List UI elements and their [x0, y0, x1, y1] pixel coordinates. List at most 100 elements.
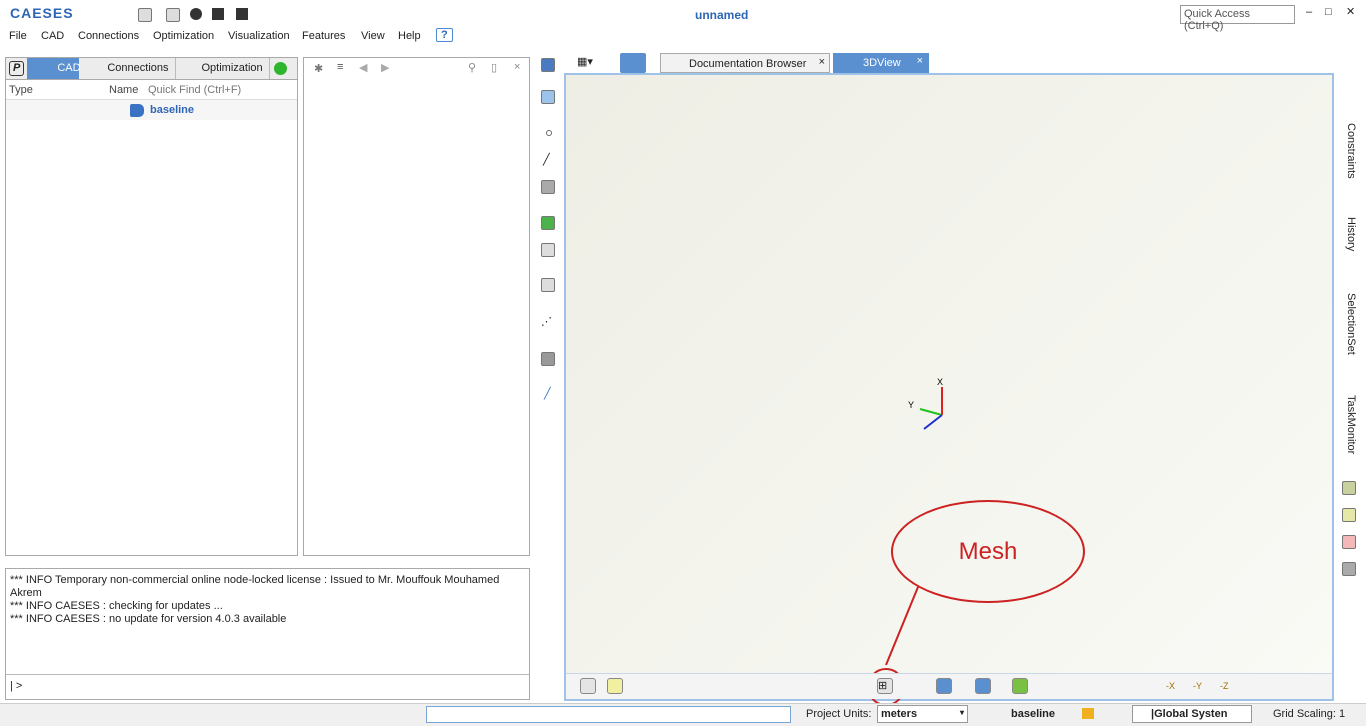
view-neg-x[interactable]: -X — [1166, 681, 1175, 691]
baseline-label: baseline — [150, 104, 195, 116]
side-tab-taskmonitor[interactable]: TaskMonitor — [1345, 395, 1357, 454]
close-icon[interactable]: × — [514, 61, 520, 73]
tab-3dview-label: 3DView — [863, 57, 901, 69]
menu-optimization[interactable]: Optimization — [153, 30, 214, 42]
tab-optimization[interactable]: Optimization — [176, 58, 270, 79]
sync-icon[interactable] — [273, 62, 287, 75]
tab-cad[interactable]: CAD — [27, 58, 81, 79]
view-neg-y[interactable]: -Y — [1193, 681, 1202, 691]
units-value: meters — [881, 708, 918, 720]
tool-icon[interactable] — [607, 678, 623, 694]
units-label: Project Units: — [806, 708, 872, 720]
layout-icon[interactable]: ▦▾ — [577, 55, 593, 68]
side-dock: Constraints History SelectionSet TaskMon… — [1336, 95, 1360, 585]
connect-icon[interactable] — [541, 278, 555, 292]
command-input[interactable]: | > — [6, 674, 529, 699]
baseline-status: baseline — [1011, 708, 1056, 720]
copy-icon[interactable]: ▯ — [491, 61, 497, 74]
col-type[interactable]: Type — [9, 84, 33, 96]
vertical-toolbar: ╱ ⋰ ╱ — [538, 55, 560, 415]
search-icon[interactable]: ⚲ — [468, 61, 476, 74]
view-neg-z[interactable]: -Z — [1220, 681, 1229, 691]
surface-icon[interactable] — [541, 180, 555, 194]
side-tab-history[interactable]: History — [1345, 217, 1357, 251]
lock-icon[interactable] — [1012, 678, 1028, 694]
close-tab-icon[interactable]: × — [819, 56, 825, 68]
forward-icon[interactable]: ▶ — [381, 61, 389, 74]
tab-3dview[interactable]: 3DView × — [833, 53, 929, 73]
color-swatch[interactable] — [1342, 508, 1356, 522]
point-icon[interactable] — [546, 130, 552, 136]
side-tab-constraints[interactable]: Constraints — [1345, 123, 1357, 179]
app-logo: CAESES — [10, 5, 74, 21]
x-label: X — [937, 377, 943, 387]
left-tab-bar: P CAD Connections Optimization — [6, 58, 297, 80]
menu-help[interactable]: Help — [398, 30, 421, 42]
folder-status-icon — [1082, 708, 1094, 719]
info-icon[interactable] — [975, 678, 991, 694]
tab-documentation-browser[interactable]: Documentation Browser × — [660, 53, 830, 73]
axes-icon[interactable] — [936, 678, 952, 694]
tree-panel: P CAD Connections Optimization Type Name… — [5, 57, 298, 556]
menu-features[interactable]: Features — [302, 30, 345, 42]
close-button[interactable]: ✕ — [1346, 5, 1355, 18]
y-label: Y — [908, 400, 914, 410]
title-bar: CAESES unnamed Quick Access (Ctrl+Q) – □… — [0, 0, 1366, 32]
grid-scaling: Grid Scaling: 1 — [1273, 708, 1346, 720]
property-panel: ✱ ≡ ◀ ▶ ⚲ ▯ × — [303, 57, 530, 556]
tab-p[interactable]: P — [9, 61, 25, 76]
tree-item-baseline[interactable]: baseline — [6, 100, 297, 120]
tab-connections-label: Connections — [107, 62, 169, 74]
color-swatch[interactable] — [1342, 481, 1356, 495]
quick-access-input[interactable]: Quick Access (Ctrl+Q) — [1180, 5, 1295, 32]
tab-connections[interactable]: Connections — [79, 58, 176, 79]
coord-system-select[interactable]: |Global Systen — [1132, 705, 1252, 723]
view-tab-bar: ▦▾ Documentation Browser × 3DView × — [565, 53, 1335, 73]
close-tab-icon[interactable]: × — [917, 55, 923, 67]
close-project-icon[interactable] — [190, 8, 202, 20]
minimize-button[interactable]: – — [1306, 6, 1312, 18]
units-select[interactable]: meters ▾ — [877, 705, 968, 723]
menu-cad[interactable]: CAD — [41, 30, 64, 42]
save-as-icon[interactable] — [236, 8, 248, 20]
list-icon[interactable]: ≡ — [337, 61, 343, 73]
console-line: *** INFO CAESES : checking for updates .… — [10, 600, 223, 612]
green-surface-icon[interactable] — [541, 216, 555, 230]
mesh-icon[interactable]: ⊞ — [877, 678, 893, 694]
save-icon[interactable] — [212, 8, 224, 20]
command-prompt: | > — [10, 680, 23, 692]
maximize-button[interactable]: □ — [1325, 6, 1332, 18]
color-swatch[interactable] — [1342, 535, 1356, 549]
help-icon[interactable]: ? — [436, 28, 453, 42]
menu-connections[interactable]: Connections — [78, 30, 139, 42]
status-bar: Project Units: meters ▾ baseline |Global… — [0, 703, 1366, 726]
tool-icon[interactable] — [580, 678, 596, 694]
side-tab-selectionset[interactable]: SelectionSet — [1345, 293, 1357, 355]
tab-cad-label: CAD — [57, 62, 81, 74]
folder-icon[interactable] — [541, 58, 555, 72]
color-swatch[interactable] — [1342, 562, 1356, 576]
box-icon[interactable] — [541, 352, 555, 366]
blue-curve-icon[interactable]: ╱ — [544, 387, 551, 400]
back-icon[interactable]: ◀ — [359, 61, 367, 74]
select-icon[interactable] — [541, 90, 555, 104]
solid-icon[interactable] — [541, 243, 555, 257]
tree-header: Type Name Quick Find (Ctrl+F) — [6, 80, 297, 100]
axis-triad: XY — [908, 377, 943, 430]
new-icon[interactable] — [138, 8, 152, 22]
cad-view-button[interactable] — [620, 53, 646, 73]
open-icon[interactable] — [166, 8, 180, 22]
menu-view[interactable]: View — [361, 30, 385, 42]
menu-visualization[interactable]: Visualization — [228, 30, 290, 42]
dotted-line-icon[interactable]: ⋰ — [541, 315, 552, 328]
antenna-icon[interactable]: ✱ — [314, 62, 323, 75]
coord-value: |Global Systen — [1151, 708, 1228, 720]
col-name[interactable]: Name — [109, 84, 138, 96]
quick-find-input[interactable]: Quick Find (Ctrl+F) — [148, 84, 241, 96]
window-title: unnamed — [695, 8, 749, 22]
3d-viewport[interactable]: XY Mesh — [564, 73, 1334, 705]
menu-file[interactable]: File — [9, 30, 27, 42]
progress-bar — [426, 706, 791, 723]
curve-icon[interactable]: ╱ — [543, 153, 550, 166]
tab-optimization-label: Optimization — [201, 62, 263, 74]
